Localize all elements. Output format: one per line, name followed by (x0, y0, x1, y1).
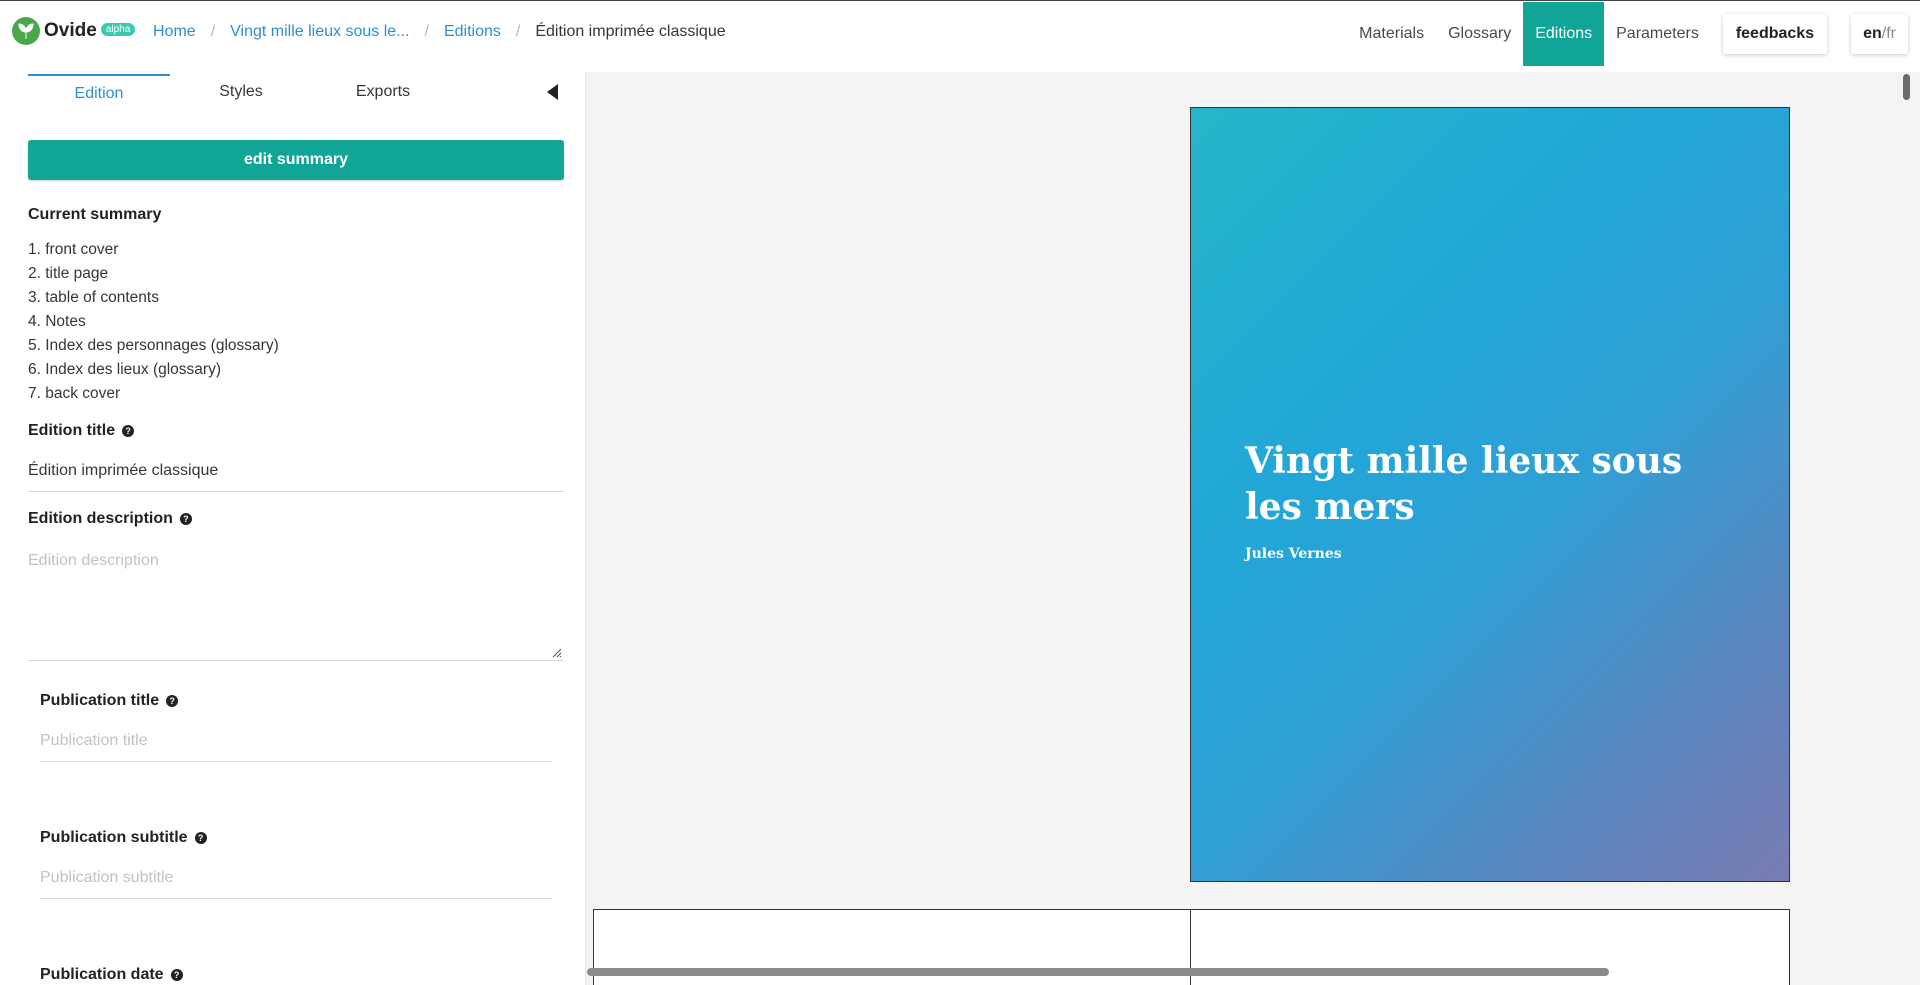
publication-date-label-text: Publication date (40, 966, 164, 983)
publication-title-label: Publication title ? (40, 692, 179, 710)
brand[interactable]: Ovide alpha (12, 16, 136, 46)
breadcrumb-separator: / (424, 23, 429, 40)
edition-title-label: Edition title ? (28, 422, 135, 440)
summary-item: 5. Index des personnages (glossary) (28, 337, 279, 354)
publication-subtitle-input[interactable]: Publication subtitle (40, 869, 173, 887)
main-nav: Materials Glossary Editions Parameters f… (1347, 1, 1920, 67)
breadcrumb-separator: / (210, 23, 216, 40)
nav-editions[interactable]: Editions (1523, 2, 1605, 66)
app-name: Ovide (44, 20, 97, 41)
top-navbar: Ovide alpha Home / Vingt mille lieux sou… (0, 0, 1920, 66)
collapse-sidebar-icon[interactable] (547, 84, 558, 100)
breadcrumb-current: Édition imprimée classique (535, 23, 726, 40)
summary-item: 1. front cover (28, 241, 119, 258)
edition-title-input[interactable]: Édition imprimée classique (28, 462, 218, 480)
edition-description-underline (28, 660, 564, 661)
summary-item: 3. table of contents (28, 289, 159, 306)
sidebar-tabs: Edition Styles Exports (28, 74, 564, 112)
publication-title-input[interactable]: Publication title (40, 732, 148, 750)
publication-subtitle-underline (40, 898, 552, 899)
breadcrumb-editions-link[interactable]: Editions (444, 23, 501, 41)
breadcrumb-home-link[interactable]: Home (153, 23, 196, 41)
publication-title-label-text: Publication title (40, 692, 160, 709)
nav-glossary[interactable]: Glossary (1436, 2, 1523, 66)
help-icon[interactable]: ? (166, 695, 179, 707)
horizontal-scrollbar[interactable] (587, 968, 1609, 976)
publication-subtitle-label-text: Publication subtitle (40, 829, 188, 846)
vertical-scrollbar[interactable] (1903, 74, 1910, 100)
summary-list: 1. front cover 2. title page 3. table of… (28, 238, 279, 406)
edit-summary-button[interactable]: edit summary (28, 140, 564, 180)
tab-exports[interactable]: Exports (312, 74, 454, 112)
front-cover-page: Vingt mille lieux sous les mers Jules Ve… (1190, 107, 1790, 882)
breadcrumb-story-link[interactable]: Vingt mille lieux sous le... (230, 23, 409, 41)
edition-preview[interactable]: Vingt mille lieux sous les mers Jules Ve… (585, 72, 1920, 985)
summary-item: 2. title page (28, 265, 109, 282)
edition-description-label-text: Edition description (28, 510, 173, 527)
edition-title-label-text: Edition title (28, 422, 116, 439)
help-icon[interactable]: ? (194, 832, 207, 844)
feedbacks-button[interactable]: feedbacks (1722, 14, 1828, 54)
nav-parameters[interactable]: Parameters (1604, 2, 1711, 66)
cover-title: Vingt mille lieux sous les mers (1245, 440, 1683, 528)
help-icon[interactable]: ? (179, 513, 192, 525)
tab-styles[interactable]: Styles (170, 74, 312, 112)
publication-subtitle-label: Publication subtitle ? (40, 829, 207, 847)
cover-author: Jules Vernes (1245, 546, 1342, 562)
edition-description-textarea[interactable]: Edition description (28, 552, 159, 570)
nav-materials[interactable]: Materials (1347, 2, 1436, 66)
ovide-logo-icon (12, 17, 40, 45)
summary-item: 4. Notes (28, 313, 86, 330)
language-switch[interactable]: en/fr (1851, 14, 1908, 54)
current-summary-label: Current summary (28, 206, 162, 223)
summary-item: 6. Index des lieux (glossary) (28, 361, 221, 378)
current-summary-heading: Current summary (28, 206, 161, 224)
edition-sidebar: Edition Styles Exports edit summary Curr… (0, 66, 585, 985)
alpha-badge: alpha (100, 22, 136, 36)
publication-title-underline (40, 761, 552, 762)
breadcrumb: Home / Vingt mille lieux sous le... / Ed… (153, 23, 726, 41)
resize-grip-icon[interactable] (550, 646, 562, 658)
summary-item: 7. back cover (28, 385, 121, 402)
lang-other[interactable]: fr (1886, 25, 1896, 42)
publication-date-label: Publication date ? (40, 966, 183, 984)
edition-description-label: Edition description ? (28, 510, 192, 528)
edition-title-underline (28, 491, 564, 492)
tab-edition[interactable]: Edition (28, 74, 170, 112)
breadcrumb-separator: / (515, 23, 521, 40)
lang-current: en (1863, 25, 1882, 42)
help-icon[interactable]: ? (170, 969, 183, 981)
help-icon[interactable]: ? (122, 425, 135, 437)
